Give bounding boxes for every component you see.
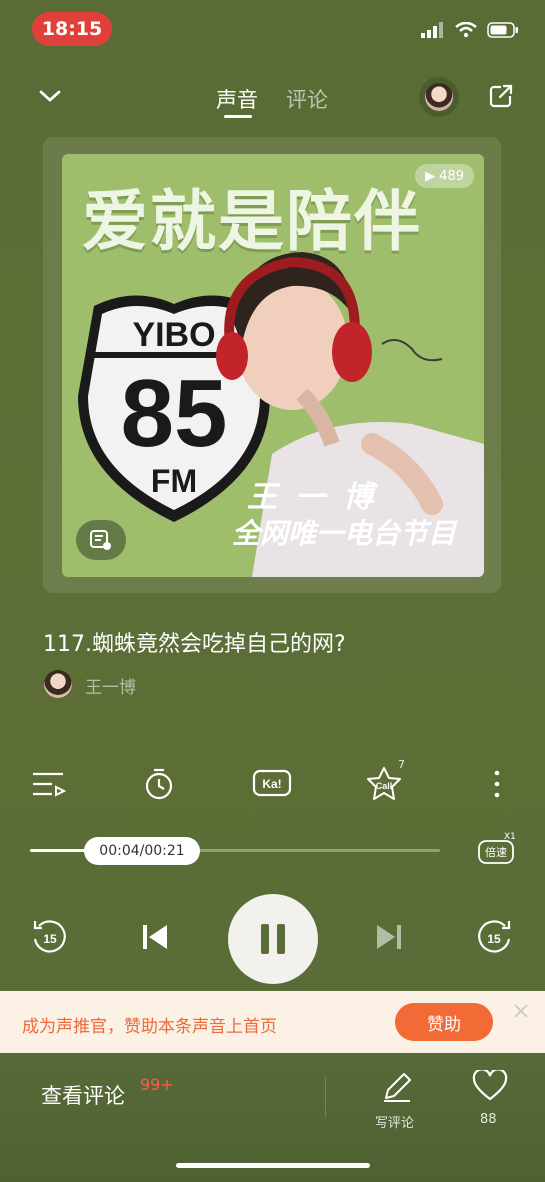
avatar <box>425 83 453 111</box>
play-count: 489 <box>439 168 464 184</box>
close-icon <box>514 1004 528 1018</box>
svg-text:Call: Call <box>376 781 393 791</box>
shield-bottom-text: FM <box>151 463 197 499</box>
signal-icon <box>421 22 443 38</box>
timer-icon <box>145 768 173 800</box>
like-button[interactable] <box>472 1068 508 1106</box>
cover-subtitle: 全网唯一电台节目 <box>232 517 457 550</box>
speed-label: 倍速 <box>485 846 507 859</box>
sponsor-button[interactable]: 赞助 <box>395 1003 493 1041</box>
danmaku-button[interactable] <box>76 520 126 560</box>
tab-sound[interactable]: 声音 <box>216 84 258 114</box>
album-cover[interactable]: 爱就是陪伴 ▶ 489 YIBO 85 FM 王一博 全网唯一电台节目 <box>62 154 484 577</box>
play-icon: ▶ <box>425 168 436 184</box>
more-icon <box>494 770 500 798</box>
status-time: 18:15 <box>32 12 112 46</box>
speed-button[interactable]: 倍速 X1 <box>477 832 517 866</box>
skip-next-icon <box>377 925 401 949</box>
play-count-badge: ▶ 489 <box>415 164 474 188</box>
promo-close-button[interactable] <box>508 998 534 1024</box>
promo-text: 成为声推官，赞助本条声音上首页 <box>22 1017 277 1037</box>
svg-text:15: 15 <box>43 932 57 946</box>
karaoke-button[interactable]: Ka! <box>250 762 294 806</box>
home-indicator <box>176 1163 370 1168</box>
write-comment-button[interactable] <box>380 1070 414 1108</box>
forward-15-icon: 15 <box>478 920 511 953</box>
collapse-button[interactable] <box>30 76 70 116</box>
playlist-button[interactable] <box>26 762 70 806</box>
call-count: 7 <box>398 758 405 771</box>
svg-text:15: 15 <box>487 932 501 946</box>
write-comment-label: 写评论 <box>375 1116 415 1131</box>
episode-title: 117.蜘蛛竟然会吃掉自己的网? <box>43 632 346 657</box>
share-icon <box>489 84 513 108</box>
danmaku-icon <box>90 530 111 550</box>
cover-host-name: 王一博 <box>247 480 391 515</box>
pause-button[interactable] <box>228 894 318 984</box>
status-icons <box>421 22 519 38</box>
share-button[interactable] <box>481 76 521 116</box>
view-comments-button[interactable]: 查看评论 <box>41 1080 125 1110</box>
svg-text:Ka!: Ka! <box>262 777 281 791</box>
heart-icon <box>472 1068 508 1101</box>
chevron-down-icon <box>39 90 61 102</box>
shield-top-text: YIBO <box>132 316 215 354</box>
tab-comments[interactable]: 评论 <box>286 84 328 114</box>
timer-button[interactable] <box>137 762 181 806</box>
comment-count: 99+ <box>140 1075 174 1094</box>
like-count: 88 <box>480 1112 497 1127</box>
tab-active-indicator <box>224 115 252 118</box>
pen-icon <box>384 1073 411 1102</box>
pause-icon <box>261 924 285 954</box>
author-name[interactable]: 王一博 <box>85 673 136 698</box>
speed-value: X1 <box>504 832 516 842</box>
next-button[interactable] <box>364 912 414 962</box>
forward-15-button[interactable]: 15 <box>470 912 520 962</box>
previous-button[interactable] <box>130 912 180 962</box>
more-button[interactable] <box>475 762 519 806</box>
anchor-avatar-button[interactable] <box>419 77 459 117</box>
playlist-icon <box>33 772 66 797</box>
skip-previous-icon <box>143 925 167 949</box>
karaoke-icon: Ka! <box>252 769 292 797</box>
progress-time[interactable]: 00:04/00:21 <box>84 837 200 865</box>
rewind-15-icon: 15 <box>33 920 66 953</box>
battery-icon <box>487 22 518 38</box>
rewind-15-button[interactable]: 15 <box>24 912 74 962</box>
author-avatar[interactable] <box>44 670 72 698</box>
wifi-icon <box>455 22 477 38</box>
bottom-divider <box>325 1077 326 1117</box>
